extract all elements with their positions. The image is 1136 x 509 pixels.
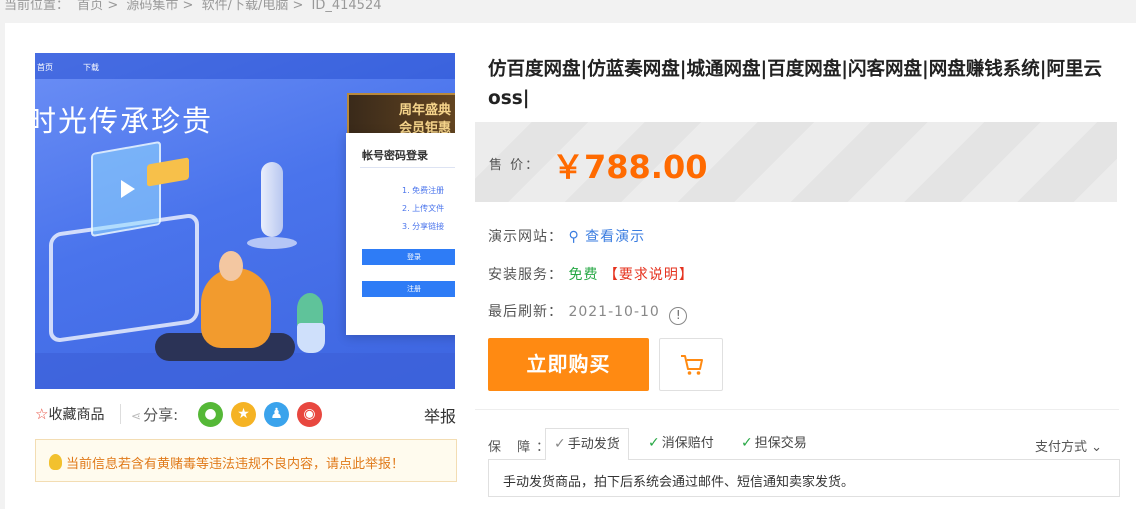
login-divider [360, 167, 455, 168]
image-login-panel: 帐号密码登录 1. 免费注册 2. 上传文件 3. 分享链接 登录 注册 [346, 133, 455, 335]
price-label: 售 价： [489, 158, 541, 173]
divider [120, 404, 121, 424]
breadcrumb-id: ID_414524 [311, 0, 382, 13]
divider [475, 409, 1119, 410]
install-value: 免费 [568, 267, 599, 283]
install-requirement-link[interactable]: 【要求说明】 [604, 267, 694, 283]
login-step: 2. 上传文件 [402, 204, 445, 213]
buy-now-button[interactable]: 立即购买 [488, 338, 649, 391]
breadcrumb-home[interactable]: 首页 [77, 0, 103, 13]
image-nav-item: 下载 [83, 63, 99, 72]
play-icon [121, 180, 135, 198]
guarantee-description: 手动发货商品，拍下后系统会通过邮件、短信通知卖家发货。 [488, 459, 1120, 497]
tab-label: 担保交易 [754, 436, 807, 451]
price-value: ￥788.00 [552, 148, 708, 186]
wechat-icon[interactable]: ● [198, 402, 223, 427]
monitor-illustration [49, 212, 199, 344]
login-title: 帐号密码登录 [362, 149, 428, 162]
breadcrumb-sep: > [107, 0, 119, 13]
report-link[interactable]: 举报 [424, 403, 456, 427]
tower-base-illustration [247, 237, 297, 249]
install-label: 安装服务： [488, 267, 563, 283]
demo-label: 演示网站： [488, 229, 563, 245]
favorite-button[interactable]: ☆收藏商品 [35, 404, 104, 424]
demo-row: 演示网站： ⚲ 查看演示 [488, 226, 645, 246]
share-icon: ⋖ [131, 409, 142, 423]
tab-manual-delivery[interactable]: ✓ 手动发货 [545, 428, 629, 460]
favorite-label: 收藏商品 [48, 407, 105, 423]
refresh-row: 最后刷新： 2021-10-10 ! [488, 301, 688, 325]
tab-label: 手动发货 [567, 437, 620, 452]
payment-method-label: 支付方式 [1035, 440, 1088, 455]
search-icon: ⚲ [568, 229, 580, 245]
qzone-icon[interactable]: ★ [231, 402, 256, 427]
report-notice[interactable]: 当前信息若含有黄赌毒等违法违规不良内容，请点此举报！ [35, 439, 457, 482]
refresh-label: 最后刷新： [488, 304, 563, 320]
breadcrumb-market[interactable]: 源码集市 [126, 0, 178, 13]
qq-icon[interactable]: ♟ [264, 402, 289, 427]
chevron-down-icon: ⌄ [1087, 440, 1103, 455]
breadcrumb-sep: > [292, 0, 304, 13]
tab-consumer-protection[interactable]: ✓ 消保赔付 [640, 428, 722, 460]
check-icon: ✓ [554, 436, 566, 452]
product-image[interactable]: 首页 下载 时光传承珍贵 周年盛典 会员钜惠 帐号密码登录 1. 免费注册 2.… [35, 53, 455, 389]
breadcrumb-sep: > [182, 0, 194, 13]
check-icon: ✓ [648, 435, 660, 451]
cloud-tower-illustration [261, 162, 283, 237]
demo-link[interactable]: ⚲ 查看演示 [568, 229, 645, 245]
cart-icon [681, 355, 703, 375]
tab-label: 消保赔付 [661, 436, 714, 451]
payment-method-dropdown[interactable]: 支付方式 ⌄ [1035, 436, 1102, 455]
plant-illustration [297, 293, 323, 325]
register-button-graphic: 注册 [362, 281, 455, 297]
login-step: 1. 免费注册 [402, 186, 445, 195]
notice-text: 当前信息若含有黄赌毒等违法违规不良内容，请点此举报！ [66, 457, 405, 472]
lightbulb-icon [49, 454, 62, 470]
image-nav-bar: 首页 下载 [35, 53, 455, 79]
pot-illustration [297, 323, 325, 353]
price-box: 售 价： ￥788.00 [475, 122, 1117, 202]
breadcrumb-category[interactable]: 软件/下载/电脑 [202, 0, 289, 13]
login-button-graphic: 登录 [362, 249, 455, 265]
refresh-date: 2021-10-10 [568, 304, 660, 320]
check-icon: ✓ [741, 435, 753, 451]
product-title: 仿百度网盘|仿蓝奏网盘|城通网盘|百度网盘|闪客网盘|网盘赚钱系统|阿里云oss… [488, 59, 1103, 109]
add-to-cart-button[interactable] [659, 338, 723, 391]
weibo-icon[interactable]: ◉ [297, 402, 322, 427]
login-step: 3. 分享链接 [402, 222, 445, 231]
image-nav-item: 首页 [37, 63, 53, 72]
image-slogan: 时光传承珍贵 [35, 104, 214, 138]
person-illustration [201, 268, 271, 348]
star-icon: ☆ [35, 405, 49, 423]
breadcrumb: 当前位置： 首页 > 源码集市 > 软件/下载/电脑 > ID_414524 [4, 0, 386, 13]
share-label: ⋖ 分享: [131, 404, 178, 425]
banner-line: 周年盛典 [399, 103, 452, 118]
share-text: 分享: [143, 406, 179, 424]
info-icon[interactable]: ! [669, 307, 688, 325]
person-head-illustration [219, 251, 243, 281]
install-row: 安装服务： 免费 【要求说明】 [488, 264, 694, 284]
breadcrumb-prefix: 当前位置： [4, 0, 70, 13]
demo-link-text: 查看演示 [585, 229, 646, 245]
product-actions: ☆收藏商品 ⋖ 分享: ● ★ ♟ ◉ 举报 [35, 402, 460, 427]
tab-escrow-trade[interactable]: ✓ 担保交易 [733, 428, 815, 460]
